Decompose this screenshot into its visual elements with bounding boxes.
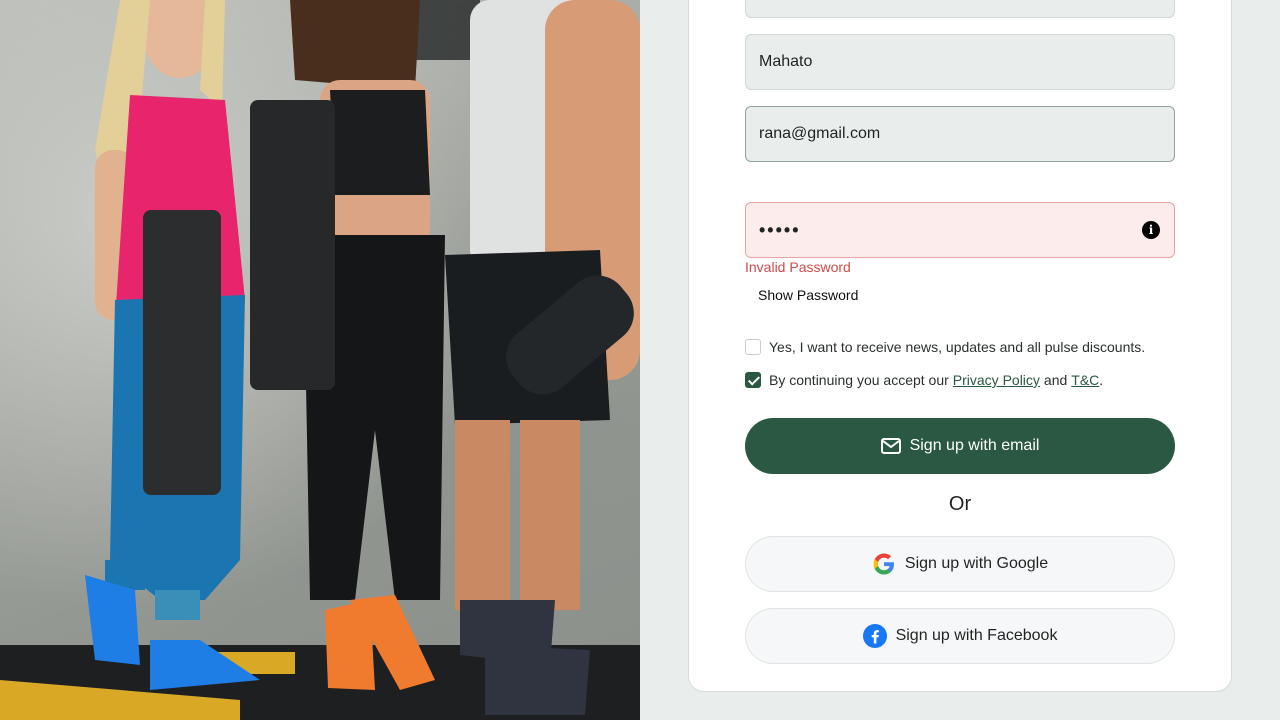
or-divider: Or <box>948 493 972 515</box>
first-name-field[interactable] <box>745 0 1175 18</box>
signup-facebook-label: Sign up with Facebook <box>895 627 1058 644</box>
terms-prefix: By continuing you accept our <box>769 372 949 388</box>
terms-checkbox[interactable] <box>745 372 761 388</box>
facebook-icon <box>862 624 887 648</box>
last-name-value: Mahato <box>759 53 813 70</box>
tc-link[interactable]: T&C <box>1071 372 1099 388</box>
signup-google-label: Sign up with Google <box>904 555 1049 572</box>
password-field[interactable]: ••••• i <box>745 202 1175 258</box>
email-field[interactable]: rana@gmail.com <box>745 106 1175 162</box>
email-value: rana@gmail.com <box>759 125 881 142</box>
info-icon[interactable]: i <box>1142 221 1160 239</box>
terms-row: By continuing you accept our Privacy Pol… <box>745 372 1103 388</box>
show-password-toggle[interactable]: Show Password <box>758 287 858 303</box>
signup-google-button[interactable]: Sign up with Google <box>745 536 1175 592</box>
hero-image <box>0 0 640 720</box>
signup-email-label: Sign up with email <box>909 437 1040 454</box>
envelope-icon <box>880 438 901 454</box>
newsletter-row: Yes, I want to receive news, updates and… <box>745 339 1145 355</box>
signup-email-button[interactable]: Sign up with email <box>745 418 1175 474</box>
password-value: ••••• <box>759 219 801 240</box>
signup-page: Mahato rana@gmail.com ••••• i Invalid Pa… <box>0 0 1280 720</box>
google-icon <box>872 552 896 576</box>
fitness-people-illustration <box>0 0 640 720</box>
terms-and: and <box>1043 372 1068 388</box>
password-error: Invalid Password <box>745 259 851 275</box>
privacy-policy-link[interactable]: Privacy Policy <box>953 372 1040 388</box>
last-name-field[interactable]: Mahato <box>745 34 1175 90</box>
newsletter-checkbox[interactable] <box>745 339 761 355</box>
newsletter-label: Yes, I want to receive news, updates and… <box>769 339 1146 355</box>
signup-facebook-button[interactable]: Sign up with Facebook <box>745 608 1175 664</box>
terms-suffix: . <box>1099 372 1104 388</box>
